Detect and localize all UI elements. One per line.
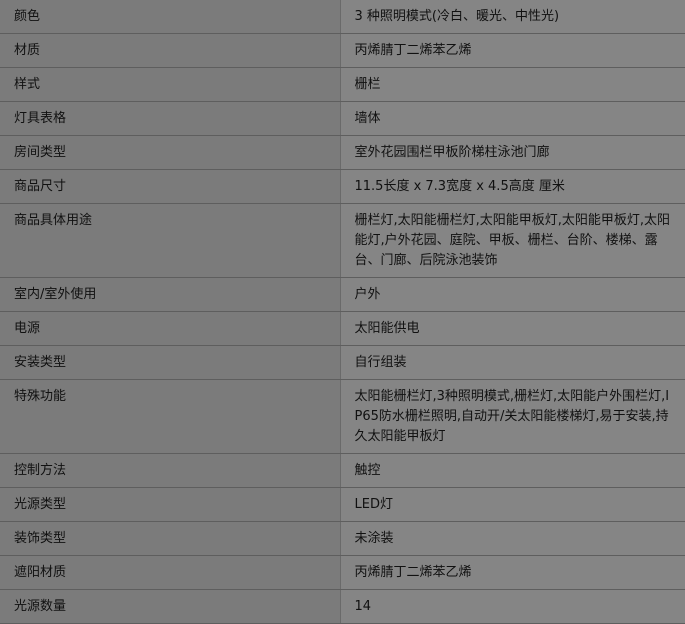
spec-value: 14	[354, 599, 372, 614]
spec-row: 安装类型 自行组装	[0, 345, 685, 380]
spec-value-cell: 栅栏灯,太阳能栅栏灯,太阳能甲板灯,太阳能甲板灯,太阳能灯,户外花园、庭院、甲板…	[339, 203, 685, 278]
spec-label: 安装类型	[14, 355, 67, 370]
spec-row: 光源数量 14	[0, 589, 685, 624]
spec-table-body: 颜色 3 种照明模式(冷白、暖光、中性光) 材质 丙烯腈丁二烯苯乙烯 样式 栅栏 灯具表格墙…	[0, 0, 685, 624]
spec-label-cell: 光源类型	[0, 487, 340, 522]
spec-value-cell: LED灯	[339, 487, 685, 522]
spec-row: 室内/室外使用 户外	[0, 277, 685, 312]
spec-value-cell: 太阳能栅栏灯,3种照明模式,栅栏灯,太阳能户外围栏灯,IP65防水栅栏照明,自动…	[339, 379, 685, 454]
spec-label: 房间类型	[14, 145, 67, 160]
spec-row: 材质 丙烯腈丁二烯苯乙烯	[0, 33, 685, 68]
spec-label-cell: 房间类型	[0, 135, 340, 170]
spec-label-cell: 安装类型	[0, 345, 340, 380]
spec-value-cell: 未涂装	[339, 521, 685, 556]
spec-value-cell: 11.5长度 x 7.3宽度 x 4.5高度 厘米	[339, 169, 685, 204]
spec-row: 灯具表格 墙体	[0, 101, 685, 136]
spec-value: 3 种照明模式(冷白、暖光、中性光)	[354, 9, 560, 24]
spec-label: 电源	[14, 321, 41, 336]
spec-label: 灯具表格	[14, 111, 67, 126]
spec-label-cell: 灯具表格	[0, 101, 340, 136]
spec-label-cell: 装饰类型	[0, 521, 340, 556]
spec-label-cell: 商品尺寸	[0, 169, 340, 204]
spec-value-cell: 太阳能供电	[339, 311, 685, 346]
spec-value-cell: 自行组装	[339, 345, 685, 380]
spec-value-cell: 丙烯腈丁二烯苯乙烯	[339, 33, 685, 68]
spec-label-cell: 室内/室外使用	[0, 277, 340, 312]
spec-label-cell: 样式	[0, 67, 340, 102]
product-spec-table: 颜色 3 种照明模式(冷白、暖光、中性光) 材质 丙烯腈丁二烯苯乙烯 样式 栅栏 灯具表格墙…	[0, 0, 685, 624]
spec-value-cell: 户外	[339, 277, 685, 312]
spec-label-cell: 商品具体用途	[0, 203, 340, 278]
spec-value: 太阳能栅栏灯,3种照明模式,栅栏灯,太阳能户外围栏灯,IP65防水栅栏照明,自动…	[354, 389, 670, 444]
spec-label: 商品具体用途	[14, 213, 93, 228]
spec-row: 房间类型 室外花园围栏甲板阶梯柱泳池门廊	[0, 135, 685, 170]
spec-label: 遮阳材质	[14, 565, 67, 580]
spec-value: 11.5长度 x 7.3宽度 x 4.5高度 厘米	[354, 179, 565, 194]
spec-value: 户外	[354, 287, 381, 302]
spec-value: 自行组装	[354, 355, 407, 370]
spec-label-cell: 电源	[0, 311, 340, 346]
spec-value-cell: 14	[339, 589, 685, 624]
spec-label-cell: 遮阳材质	[0, 555, 340, 590]
spec-value-cell: 室外花园围栏甲板阶梯柱泳池门廊	[339, 135, 685, 170]
spec-row: 遮阳材质 丙烯腈丁二烯苯乙烯	[0, 555, 685, 590]
spec-label-cell: 光源数量	[0, 589, 340, 624]
spec-value: 丙烯腈丁二烯苯乙烯	[354, 43, 472, 58]
spec-label: 装饰类型	[14, 531, 67, 546]
spec-value: 未涂装	[354, 531, 394, 546]
spec-label: 颜色	[14, 9, 41, 24]
spec-label-cell: 颜色	[0, 0, 340, 34]
spec-label: 光源数量	[14, 599, 67, 614]
spec-row: 颜色 3 种照明模式(冷白、暖光、中性光)	[0, 0, 685, 34]
spec-row: 样式 栅栏	[0, 67, 685, 102]
spec-value-cell: 触控	[339, 453, 685, 488]
spec-value-cell: 栅栏	[339, 67, 685, 102]
spec-value: 太阳能供电	[354, 321, 420, 336]
spec-label: 商品尺寸	[14, 179, 67, 194]
spec-value: 栅栏	[354, 77, 381, 92]
spec-row: 商品具体用途 栅栏灯,太阳能栅栏灯,太阳能甲板灯,太阳能甲板灯,太阳能灯,户外花园…	[0, 203, 685, 278]
spec-label-cell: 控制方法	[0, 453, 340, 488]
spec-value-cell: 3 种照明模式(冷白、暖光、中性光)	[339, 0, 685, 34]
spec-label-cell: 特殊功能	[0, 379, 340, 454]
spec-value: LED灯	[354, 497, 393, 512]
spec-row: 控制方法 触控	[0, 453, 685, 488]
spec-row: 特殊功能 太阳能栅栏灯,3种照明模式,栅栏灯,太阳能户外围栏灯,IP65防水栅栏照…	[0, 379, 685, 454]
spec-label: 材质	[14, 43, 41, 58]
spec-label-cell: 材质	[0, 33, 340, 68]
spec-label: 控制方法	[14, 463, 67, 478]
spec-value-cell: 墙体	[339, 101, 685, 136]
spec-value-cell: 丙烯腈丁二烯苯乙烯	[339, 555, 685, 590]
spec-label: 特殊功能	[14, 389, 67, 404]
spec-row: 光源类型 LED灯	[0, 487, 685, 522]
spec-label: 室内/室外使用	[14, 287, 97, 302]
spec-value: 墙体	[354, 111, 381, 126]
spec-value: 触控	[354, 463, 381, 478]
spec-label: 光源类型	[14, 497, 67, 512]
spec-value: 丙烯腈丁二烯苯乙烯	[354, 565, 472, 580]
spec-row: 电源 太阳能供电	[0, 311, 685, 346]
spec-row: 商品尺寸 11.5长度 x 7.3宽度 x 4.5高度 厘米	[0, 169, 685, 204]
spec-value: 栅栏灯,太阳能栅栏灯,太阳能甲板灯,太阳能甲板灯,太阳能灯,户外花园、庭院、甲板…	[354, 213, 671, 268]
spec-value: 室外花园围栏甲板阶梯柱泳池门廊	[354, 145, 550, 160]
spec-row: 装饰类型 未涂装	[0, 521, 685, 556]
spec-label: 样式	[14, 77, 41, 92]
